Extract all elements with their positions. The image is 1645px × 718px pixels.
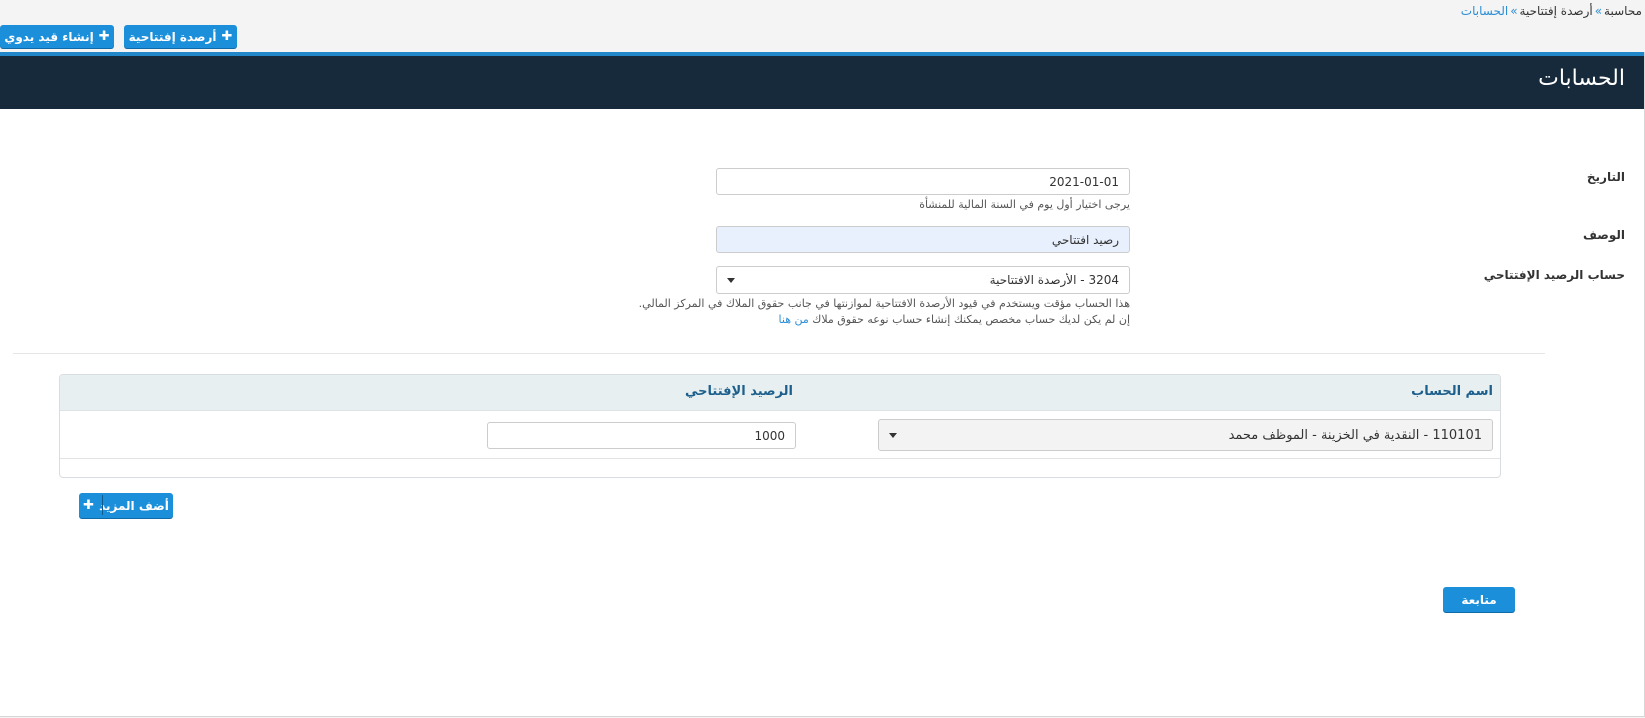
manual-entry-button[interactable]: ✚ إنشاء قيد يدوي xyxy=(0,25,114,48)
add-more-button[interactable]: أضف المزيد ✚ xyxy=(79,493,173,518)
date-input[interactable] xyxy=(716,168,1130,195)
row-divider xyxy=(60,458,1500,459)
date-label: التاريخ xyxy=(1586,170,1625,184)
continue-button[interactable]: متابعة xyxy=(1443,587,1515,612)
section-divider xyxy=(13,353,1545,354)
continue-button-label: متابعة xyxy=(1461,592,1497,607)
breadcrumb-accounting[interactable]: محاسبة xyxy=(1604,4,1642,18)
accounts-table: اسم الحساب الرصيد الإفتتاحي 110101 - الن… xyxy=(59,374,1501,478)
breadcrumb: محاسبة»أرصدة إفتتاحية»الحسابات xyxy=(1461,4,1642,18)
opening-account-selected: 3204 - الأرصدة الافتتاحية xyxy=(989,273,1119,287)
add-more-button-label: أضف المزيد xyxy=(99,498,169,513)
chevron-down-icon xyxy=(727,277,735,283)
opening-balance-header: الرصيد الإفتتاحي xyxy=(685,384,793,399)
breadcrumb-separator: » xyxy=(1510,4,1518,18)
plus-icon: ✚ xyxy=(83,498,95,513)
panel-header: الحسابات xyxy=(0,52,1644,109)
plus-icon: ✚ xyxy=(98,29,110,44)
breadcrumb-separator: » xyxy=(1594,4,1603,18)
opening-balances-button[interactable]: ✚ أرصدة إفتتاحية xyxy=(124,25,237,48)
description-input[interactable] xyxy=(716,226,1130,253)
page-title: الحسابات xyxy=(1538,66,1625,91)
description-label: الوصف xyxy=(1582,228,1625,242)
table-header: اسم الحساب الرصيد الإفتتاحي xyxy=(60,375,1500,411)
opening-account-help-2-text: إن لم يكن لديك حساب مخصص يمكنك إنشاء حسا… xyxy=(812,313,1130,326)
account-selected: 110101 - النقدية في الخزينة - الموظف محم… xyxy=(1228,427,1482,443)
opening-account-help: هذا الحساب مؤقت ويستخدم في قيود الأرصدة … xyxy=(638,297,1130,310)
create-equity-account-link[interactable]: من هنا xyxy=(779,313,809,326)
manual-entry-button-label: إنشاء قيد يدوي xyxy=(4,29,94,44)
account-select[interactable]: 110101 - النقدية في الخزينة - الموظف محم… xyxy=(878,419,1493,451)
breadcrumb-opening-balances[interactable]: أرصدة إفتتاحية xyxy=(1520,4,1593,18)
opening-account-help-2: إن لم يكن لديك حساب مخصص يمكنك إنشاء حسا… xyxy=(779,313,1130,326)
opening-account-label: حساب الرصيد الإفتتاحي xyxy=(1483,268,1625,282)
opening-balances-button-label: أرصدة إفتتاحية xyxy=(128,29,217,44)
opening-balance-input[interactable] xyxy=(487,422,796,449)
breadcrumb-accounts: الحسابات xyxy=(1460,4,1509,18)
chevron-down-icon xyxy=(889,432,897,438)
account-name-header: اسم الحساب xyxy=(1411,384,1493,399)
plus-icon: ✚ xyxy=(221,29,233,44)
date-help-text: يرجى اختيار أول يوم في السنة المالية للم… xyxy=(919,198,1130,211)
text-cursor xyxy=(102,495,103,515)
opening-account-select[interactable]: 3204 - الأرصدة الافتتاحية xyxy=(716,266,1130,294)
